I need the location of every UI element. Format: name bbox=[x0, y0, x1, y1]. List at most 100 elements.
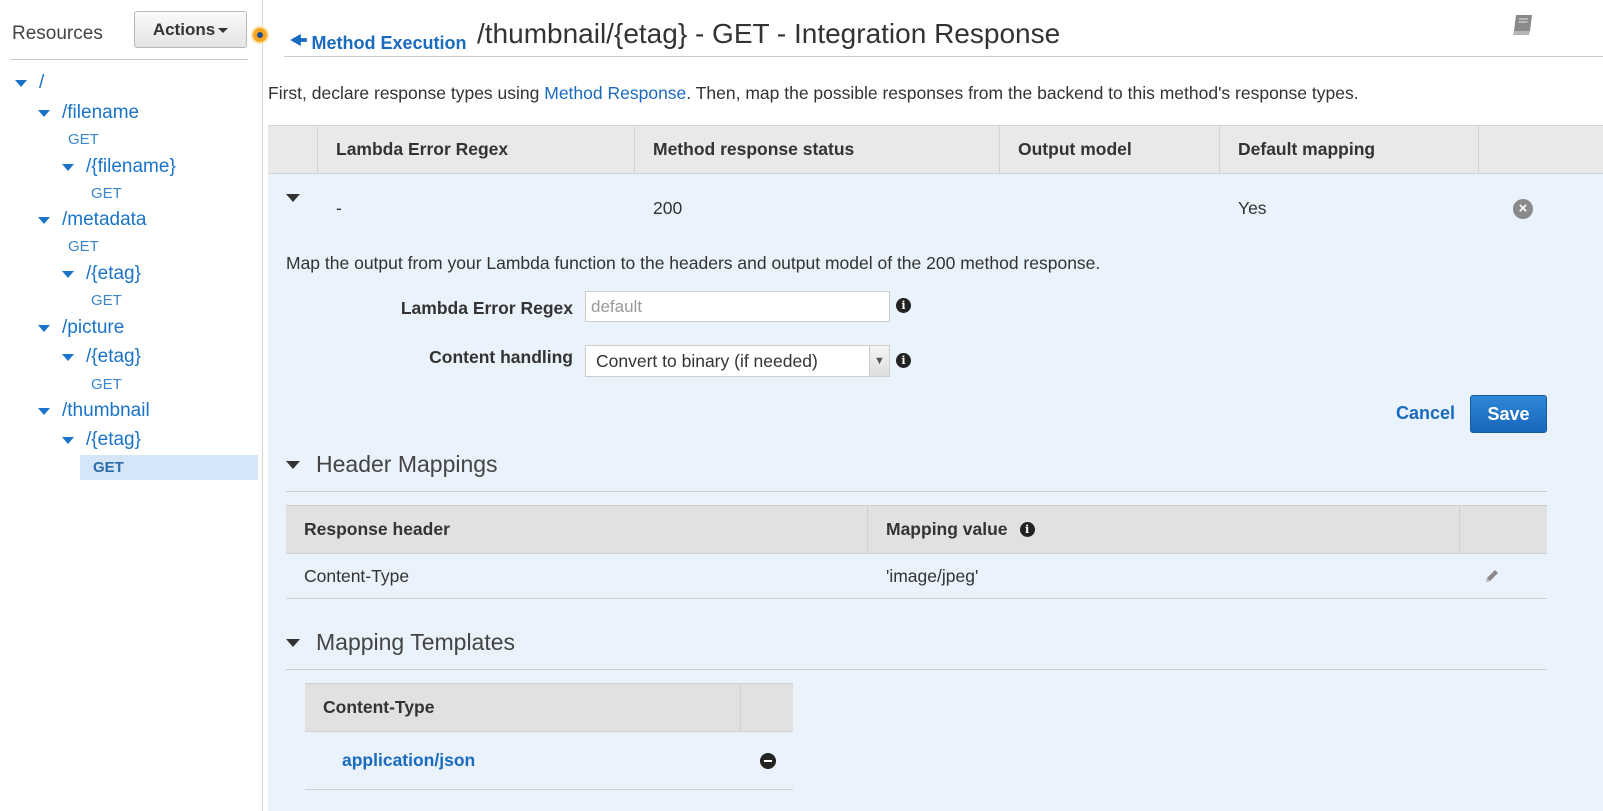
resources-sidebar: Resources Actions / /filename GET /{file… bbox=[0, 0, 269, 811]
minus-icon[interactable] bbox=[760, 752, 776, 769]
header-spacer bbox=[268, 126, 318, 173]
actions-label: Actions bbox=[152, 19, 216, 39]
edit-cell bbox=[1460, 554, 1547, 598]
expand-triangle-icon bbox=[62, 163, 74, 171]
tree-resource-label: /{etag} bbox=[86, 263, 141, 284]
tree-resource-picture[interactable]: /picture bbox=[38, 317, 124, 339]
intro-text: First, declare response types using Meth… bbox=[268, 83, 1359, 104]
expand-triangle-icon bbox=[38, 216, 50, 224]
tree-method-get[interactable]: GET bbox=[68, 131, 99, 148]
table-header: Response header Mapping value i bbox=[286, 505, 1547, 554]
book-icon[interactable] bbox=[1511, 14, 1535, 36]
method-execution-link[interactable]: 🠜 Method Execution bbox=[290, 26, 467, 60]
header-spacer bbox=[1479, 126, 1603, 173]
cell-mapping-value: 'image/jpeg' bbox=[886, 565, 979, 586]
back-link-label: Method Execution bbox=[311, 32, 467, 53]
expand-triangle-icon bbox=[15, 79, 27, 87]
tree-method-get[interactable]: GET bbox=[91, 185, 122, 202]
info-icon[interactable]: i bbox=[896, 298, 911, 313]
tree-resource-label: / bbox=[39, 72, 45, 93]
actions-button[interactable]: Actions bbox=[134, 11, 247, 48]
lambda-error-regex-input[interactable] bbox=[585, 291, 890, 322]
tree-resource-label: /picture bbox=[62, 317, 125, 338]
lambda-error-regex-label: Lambda Error Regex bbox=[400, 298, 573, 318]
tree-resource-label: /thumbnail bbox=[62, 400, 150, 421]
intro-after: . Then, map the possible responses from … bbox=[686, 83, 1359, 103]
info-icon[interactable]: i bbox=[896, 353, 911, 368]
back-arrow-icon: 🠜 bbox=[290, 30, 308, 52]
header-spacer bbox=[741, 684, 793, 731]
resources-title: Resources bbox=[12, 23, 103, 44]
header-mappings-toggle[interactable]: Header Mappings bbox=[286, 451, 498, 478]
tree-resource-picture-etag[interactable]: /{etag} bbox=[62, 346, 141, 368]
cell-lambda-error-regex: - bbox=[336, 198, 342, 218]
cancel-button[interactable]: Cancel bbox=[1396, 403, 1455, 424]
col-mapping-value-label: Mapping value bbox=[886, 519, 1008, 539]
tree-resource-label: /metadata bbox=[62, 209, 147, 230]
divider bbox=[10, 59, 248, 60]
tree-method-get[interactable]: GET bbox=[91, 376, 122, 393]
tree-resource-filename-param[interactable]: /{filename} bbox=[62, 156, 176, 178]
save-button[interactable]: Save bbox=[1470, 395, 1547, 433]
remove-cell: × bbox=[1479, 174, 1603, 243]
remove-cell bbox=[741, 732, 793, 789]
tree-resource-metadata[interactable]: /metadata bbox=[38, 209, 147, 231]
page-title: /thumbnail/{etag} - GET - Integration Re… bbox=[477, 18, 1061, 49]
col-lambda-error-regex: Lambda Error Regex bbox=[318, 126, 635, 173]
header-spacer bbox=[1460, 506, 1547, 553]
content-type-link[interactable]: application/json bbox=[305, 750, 475, 771]
table-header: Content-Type bbox=[305, 683, 793, 732]
collapse-triangle-icon bbox=[286, 460, 300, 469]
cell-output-model bbox=[1000, 174, 1220, 243]
table-header: Lambda Error Regex Method response statu… bbox=[268, 125, 1603, 174]
cell-status: 200 bbox=[653, 198, 683, 218]
tree-method-get-selected[interactable]: GET bbox=[80, 455, 258, 480]
info-icon[interactable]: i bbox=[1019, 522, 1035, 537]
col-output-model: Output model bbox=[1000, 126, 1220, 173]
col-response-header: Response header bbox=[286, 506, 868, 553]
tree-resource-label: /{filename} bbox=[86, 156, 176, 177]
pencil-icon[interactable] bbox=[1484, 568, 1500, 584]
header-mappings-table: Response header Mapping value i Content-… bbox=[286, 505, 1547, 599]
col-default-mapping: Default mapping bbox=[1220, 126, 1479, 173]
tree-method-get[interactable]: GET bbox=[68, 238, 99, 255]
expand-triangle-icon bbox=[62, 436, 74, 444]
method-response-link[interactable]: Method Response bbox=[544, 83, 686, 103]
tree-resource-label: /filename bbox=[62, 102, 140, 123]
caret-down-icon bbox=[218, 27, 229, 33]
remove-icon[interactable]: × bbox=[1513, 198, 1533, 219]
content-handling-value: Convert to binary (if needed) bbox=[596, 350, 818, 371]
expand-triangle-icon bbox=[38, 324, 50, 332]
content-handling-select[interactable]: Convert to binary (if needed) ▼ bbox=[585, 345, 890, 377]
section-divider bbox=[286, 491, 1547, 492]
collapse-triangle-icon[interactable] bbox=[286, 193, 300, 202]
mapping-templates-toggle[interactable]: Mapping Templates bbox=[286, 629, 515, 656]
col-mapping-value: Mapping value i bbox=[868, 506, 1460, 553]
table-row: application/json bbox=[305, 732, 793, 790]
mapping-templates-title: Mapping Templates bbox=[316, 629, 516, 655]
cell-default-mapping: Yes bbox=[1238, 198, 1267, 218]
mapping-templates-table: Content-Type application/json bbox=[305, 683, 793, 790]
tree-method-get[interactable]: GET bbox=[91, 292, 122, 309]
content-type-cell: application/json bbox=[305, 732, 741, 789]
tree-resource-filename[interactable]: /filename bbox=[38, 102, 139, 124]
expand-triangle-icon bbox=[62, 270, 74, 278]
integration-response-table: Lambda Error Regex Method response statu… bbox=[268, 125, 1603, 244]
chevron-down-icon: ▼ bbox=[869, 346, 889, 376]
tree-resource-label: /{etag} bbox=[86, 346, 141, 367]
tree-resource-metadata-etag[interactable]: /{etag} bbox=[62, 263, 141, 285]
main-panel: 🠜 Method Execution /thumbnail/{etag} - G… bbox=[264, 0, 1603, 811]
tree-resource-label: /{etag} bbox=[86, 429, 141, 450]
table-row: Content-Type 'image/jpeg' bbox=[286, 554, 1547, 599]
col-method-response-status: Method response status bbox=[635, 126, 1000, 173]
header-mappings-title: Header Mappings bbox=[316, 451, 498, 477]
tree-resource-root[interactable]: / bbox=[15, 72, 44, 94]
col-content-type: Content-Type bbox=[305, 684, 741, 731]
response-detail-panel: Map the output from your Lambda function… bbox=[268, 243, 1603, 811]
row-expander[interactable] bbox=[268, 174, 318, 243]
title-divider bbox=[284, 56, 1603, 57]
expand-triangle-icon bbox=[62, 353, 74, 361]
table-row[interactable]: - 200 Yes × bbox=[268, 174, 1603, 244]
tree-resource-thumbnail-etag[interactable]: /{etag} bbox=[62, 429, 141, 451]
tree-resource-thumbnail[interactable]: /thumbnail bbox=[38, 400, 150, 422]
